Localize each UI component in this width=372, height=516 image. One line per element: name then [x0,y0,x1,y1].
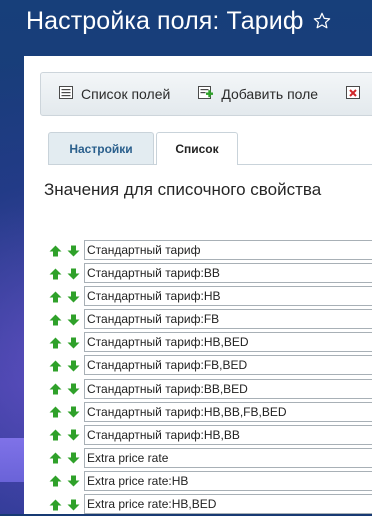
reorder-arrows [24,268,84,280]
toolbar: Список полей Добавить поле [40,72,372,116]
arrow-up-icon[interactable] [49,291,62,303]
reorder-arrows [24,245,84,257]
star-icon[interactable] [312,11,332,31]
reorder-arrows [24,383,84,395]
value-input[interactable] [84,470,372,491]
arrow-up-icon[interactable] [49,452,62,464]
reorder-arrows [24,475,84,487]
arrow-down-icon[interactable] [67,452,80,464]
add-field-label: Добавить поле [221,86,319,102]
value-input[interactable] [84,286,372,307]
arrow-down-icon[interactable] [67,314,80,326]
list-item [24,401,372,424]
reorder-arrows [24,452,84,464]
arrow-up-icon[interactable] [49,406,62,418]
arrow-up-icon[interactable] [49,360,62,372]
reorder-arrows [24,429,84,441]
value-input[interactable] [84,494,372,515]
background-glow [0,438,24,482]
list-item [24,262,372,285]
reorder-arrows [24,360,84,372]
list-item [24,308,372,331]
list-item [24,331,372,354]
value-input[interactable] [84,240,372,260]
page-title-bar: Настройка поля: Тариф [26,4,332,38]
tab-list[interactable]: Список [156,132,238,165]
fields-list-label: Список полей [81,86,171,102]
arrow-up-icon[interactable] [49,429,62,441]
section-title: Значения для списочного свойства [44,180,322,199]
page-title: Настройка поля: Тариф [26,6,304,35]
arrow-up-icon[interactable] [49,499,62,511]
arrow-down-icon[interactable] [67,268,80,280]
delete-field-button[interactable] [328,73,372,115]
reorder-arrows [24,406,84,418]
tab-settings[interactable]: Настройки [48,132,154,164]
reorder-arrows [24,314,84,326]
value-input[interactable] [84,447,372,468]
list-item [24,424,372,447]
add-field-button[interactable]: Добавить поле [180,73,328,115]
arrow-down-icon[interactable] [67,499,80,511]
arrow-up-icon[interactable] [49,245,62,257]
settings-panel: Список полей Добавить поле Настройки Спи… [24,56,372,516]
list-item [24,239,372,262]
tab-bar: Настройки Список [48,132,372,165]
arrow-down-icon[interactable] [67,429,80,441]
value-input[interactable] [84,401,372,422]
arrow-down-icon[interactable] [67,337,80,349]
arrow-down-icon[interactable] [67,475,80,487]
arrow-down-icon[interactable] [67,291,80,303]
list-item [24,285,372,308]
value-input[interactable] [84,355,372,376]
value-input[interactable] [84,263,372,284]
arrow-up-icon[interactable] [49,268,62,280]
values-list [24,239,372,516]
list-icon [59,86,81,102]
reorder-arrows [24,291,84,303]
reorder-arrows [24,337,84,349]
arrow-up-icon[interactable] [49,383,62,395]
arrow-up-icon[interactable] [49,337,62,349]
arrow-down-icon[interactable] [67,245,80,257]
list-item [24,354,372,377]
arrow-down-icon[interactable] [67,406,80,418]
value-input[interactable] [84,424,372,445]
value-input[interactable] [84,332,372,353]
value-input[interactable] [84,378,372,399]
list-item [24,378,372,401]
add-field-icon [198,85,221,103]
list-item [24,470,372,493]
list-item [24,493,372,516]
arrow-down-icon[interactable] [67,360,80,372]
arrow-down-icon[interactable] [67,383,80,395]
list-item [24,447,372,470]
fields-list-button[interactable]: Список полей [41,73,180,115]
value-input[interactable] [84,309,372,330]
reorder-arrows [24,499,84,511]
arrow-up-icon[interactable] [49,475,62,487]
delete-icon [346,86,368,102]
arrow-up-icon[interactable] [49,314,62,326]
